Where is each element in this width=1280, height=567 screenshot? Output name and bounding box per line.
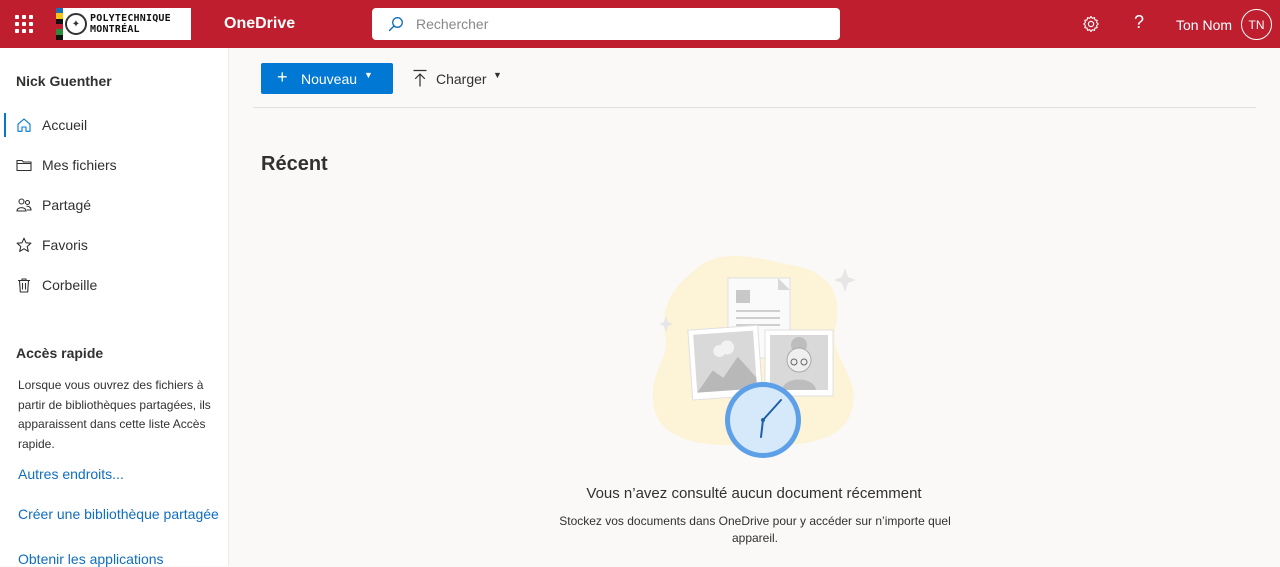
upload-button-label: Charger — [436, 71, 487, 87]
sidebar-item-my-files[interactable]: Mes fichiers — [0, 145, 228, 185]
search-box[interactable] — [372, 8, 840, 40]
folder-icon — [16, 159, 32, 172]
search-input[interactable] — [416, 8, 816, 40]
sidebar-item-favorites[interactable]: Favoris — [0, 225, 228, 265]
star-icon — [16, 237, 32, 252]
search-icon — [388, 17, 403, 32]
plus-icon: + — [277, 67, 288, 87]
command-bar-divider — [253, 107, 1256, 108]
logo-stripes — [56, 8, 63, 40]
sidebar: Nick Guenther Accueil Mes fichiers Parta… — [0, 48, 229, 567]
organization-logo[interactable]: ✦ POLYTECHNIQUE MONTRÉAL — [56, 8, 191, 40]
upload-button[interactable]: Charger ▼ — [411, 63, 511, 94]
create-shared-library-link[interactable]: Créer une bibliothèque partagée — [18, 506, 219, 522]
upload-arrow-icon — [413, 69, 427, 87]
sidebar-item-home[interactable]: Accueil — [0, 105, 228, 145]
sidebar-item-label: Accueil — [42, 117, 88, 133]
app-name-link[interactable]: OneDrive — [224, 15, 295, 33]
app-launcher-icon[interactable] — [12, 12, 36, 36]
logo-seal-icon: ✦ — [65, 13, 87, 35]
home-icon — [17, 118, 31, 132]
people-icon — [16, 198, 32, 212]
trash-icon — [18, 278, 30, 293]
chevron-down-icon: ▼ — [493, 70, 502, 80]
help-icon[interactable]: ? — [1130, 12, 1148, 36]
sidebar-item-recycle-bin[interactable]: Corbeille — [0, 265, 228, 305]
top-bar: ✦ POLYTECHNIQUE MONTRÉAL OneDrive ? Ton … — [0, 0, 1280, 48]
owner-name: Nick Guenther — [16, 73, 112, 89]
chevron-down-icon: ▼ — [364, 70, 373, 80]
sidebar-item-label: Corbeille — [42, 277, 98, 293]
user-name[interactable]: Ton Nom — [1176, 17, 1232, 33]
get-apps-link[interactable]: Obtenir les applications — [18, 551, 164, 567]
settings-gear-icon[interactable] — [1082, 15, 1100, 33]
empty-state-illustration — [652, 255, 856, 458]
sidebar-item-shared[interactable]: Partagé — [0, 185, 228, 225]
new-button[interactable]: + Nouveau ▼ — [261, 63, 393, 94]
logo-line1: POLYTECHNIQUE — [90, 13, 171, 24]
page-title: Récent — [261, 153, 328, 175]
sidebar-item-label: Partagé — [42, 197, 92, 213]
new-button-label: Nouveau — [301, 71, 358, 87]
empty-state-subtitle: Stockez vos documents dans OneDrive pour… — [559, 514, 951, 545]
sidebar-item-label: Favoris — [42, 237, 88, 253]
quick-access-title: Accès rapide — [16, 345, 104, 361]
quick-access-description: Lorsque vous ouvrez des fichiers à parti… — [18, 378, 211, 451]
logo-text: POLYTECHNIQUE MONTRÉAL — [90, 13, 171, 35]
sidebar-item-label: Mes fichiers — [42, 157, 117, 173]
logo-line2: MONTRÉAL — [90, 24, 140, 35]
avatar[interactable]: TN — [1241, 9, 1272, 40]
empty-state-title: Vous n’avez consulté aucun document réce… — [586, 485, 922, 502]
more-places-link[interactable]: Autres endroits... — [18, 466, 124, 482]
